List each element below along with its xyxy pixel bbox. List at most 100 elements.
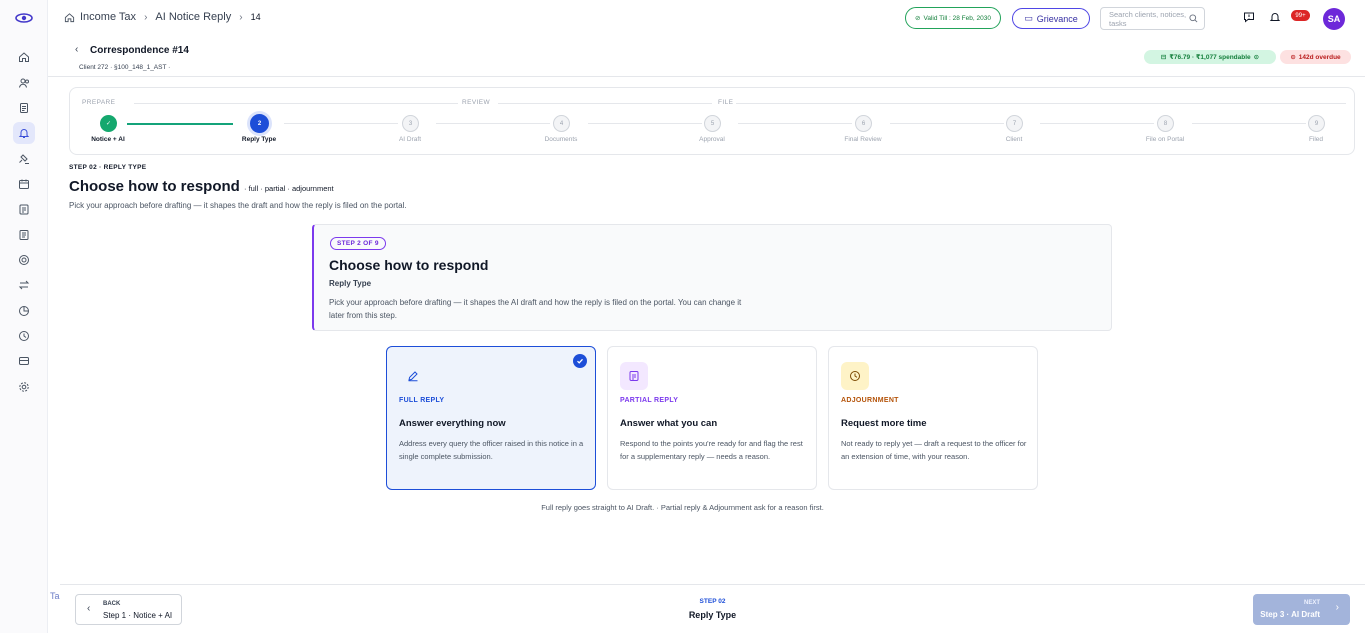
- breadcrumb-income-tax[interactable]: Income Tax: [80, 11, 136, 23]
- eye-logo-icon[interactable]: [15, 11, 33, 25]
- correspondence-header: ‹ Correspondence #14 Client 272 · §100_1…: [48, 37, 1365, 77]
- step-7-label: Client: [1005, 136, 1023, 143]
- card-kicker: ADJOURNMENT: [841, 397, 899, 404]
- footer-step-kicker: STEP 02: [699, 598, 726, 605]
- step-1-circle[interactable]: ✓: [100, 115, 117, 132]
- sidebar-calendar-icon[interactable]: [13, 173, 35, 195]
- step-9-circle[interactable]: 9: [1308, 115, 1325, 132]
- footer-step-name: Reply Type: [688, 610, 737, 620]
- step-3-label: AI Draft: [398, 136, 422, 143]
- sidebar-clipboard-icon[interactable]: [13, 198, 35, 220]
- message-icon[interactable]: [1243, 11, 1255, 23]
- step-connector: [436, 123, 550, 124]
- sidebar-file-icon[interactable]: [13, 97, 35, 119]
- sidebar-settings-icon[interactable]: [13, 376, 35, 398]
- reply-option-partial[interactable]: PARTIAL REPLY Answer what you can Respon…: [607, 346, 817, 490]
- step-connector: [1192, 123, 1306, 124]
- spendable-text: ₹76.79 · ₹1,077 spendable: [1169, 54, 1251, 61]
- search-input[interactable]: Search clients, notices, tasks: [1100, 7, 1205, 30]
- breadcrumb-ai-notice-reply[interactable]: AI Notice Reply: [155, 11, 231, 23]
- sidebar-document-icon[interactable]: [13, 224, 35, 246]
- chat-icon: ▭: [1024, 13, 1033, 23]
- card-description: Address every query the officer raised i…: [399, 439, 584, 461]
- back-chevron-icon[interactable]: ‹: [75, 44, 78, 55]
- step-8-label: File on Portal: [1145, 136, 1185, 143]
- next-button[interactable]: NEXT Step 3 · AI Draft ›: [1253, 594, 1350, 625]
- phase-file: FILE: [718, 99, 734, 106]
- step-9-label: Filed: [1308, 136, 1324, 143]
- sidebar-wallet-icon[interactable]: [13, 350, 35, 372]
- app-root: Ta Income Tax › AI Notice Reply › 14 ⊘ V…: [0, 0, 1365, 633]
- sidebar-target-icon[interactable]: [13, 249, 35, 271]
- workflow-stepper: PREPARE REVIEW FILE ✓ Notice + AI 2 Repl…: [69, 87, 1355, 155]
- card-title: Answer what you can: [620, 418, 718, 429]
- bell-icon[interactable]: [1269, 11, 1281, 23]
- sidebar-swap-icon[interactable]: [13, 274, 35, 296]
- next-kicker: NEXT: [1303, 600, 1320, 606]
- chevron-right-icon: ›: [1335, 602, 1339, 613]
- step-6-label: Final Review: [844, 136, 882, 143]
- valid-till-badge: ⊘ Valid Till : 28 Feb, 2030: [905, 7, 1001, 29]
- wizard-footer: ‹ BACK Step 1 · Notice + AI STEP 02 Repl…: [60, 584, 1365, 633]
- step-3-circle[interactable]: 3: [402, 115, 419, 132]
- card-kicker: PARTIAL REPLY: [620, 397, 679, 404]
- card-title: Request more time: [841, 418, 927, 429]
- phase-divider: [736, 103, 1346, 104]
- overdue-badge: ⊙ 142d overdue: [1280, 50, 1351, 64]
- correspondence-title: Correspondence #14: [90, 45, 189, 56]
- step-2-label: Reply Type: [241, 136, 277, 143]
- client-reference: Client 272 · §100_148_1_AST ·: [79, 64, 171, 71]
- step-6-circle[interactable]: 6: [855, 115, 872, 132]
- valid-till-text: Valid Till : 28 Feb, 2030: [923, 14, 991, 22]
- grievance-label: Grievance: [1036, 13, 1078, 24]
- step-info-panel: STEP 2 OF 9 Choose how to respond Reply …: [312, 224, 1112, 331]
- page-lead: Pick your approach before drafting — it …: [69, 201, 407, 210]
- reply-option-adjournment[interactable]: ADJOURNMENT Request more time Not ready …: [828, 346, 1038, 490]
- step-connector: [1040, 123, 1154, 124]
- home-icon[interactable]: [64, 12, 75, 23]
- step-4-circle[interactable]: 4: [553, 115, 570, 132]
- info-title: Choose how to respond: [329, 257, 489, 273]
- sidebar-home-icon[interactable]: [13, 46, 35, 68]
- grievance-button[interactable]: ▭ Grievance: [1012, 8, 1090, 29]
- page-title-text: Choose how to respond: [69, 178, 240, 195]
- sidebar-pie-chart-icon[interactable]: [13, 300, 35, 322]
- info-subtitle: Reply Type: [329, 279, 372, 288]
- phase-review: REVIEW: [462, 99, 491, 106]
- step-4-label: Documents: [544, 136, 578, 143]
- info-icon: ⊙: [1253, 54, 1260, 61]
- step-connector: [890, 123, 1004, 124]
- card-title: Answer everything now: [399, 418, 506, 429]
- top-bar: Income Tax › AI Notice Reply › 14 ⊘ Vali…: [48, 0, 1365, 37]
- phase-prepare: PREPARE: [82, 99, 116, 106]
- step-5-circle[interactable]: 5: [704, 115, 721, 132]
- sidebar-clock-icon[interactable]: [13, 325, 35, 347]
- step-1-label: Notice + AI: [91, 136, 125, 143]
- clock-icon: [841, 362, 869, 390]
- step-7-circle[interactable]: 7: [1006, 115, 1023, 132]
- step-connector: [588, 123, 702, 124]
- chevron-right-icon: ›: [239, 11, 243, 23]
- clock-icon: ⊙: [1290, 54, 1296, 61]
- spendable-badge: ⊟ ₹76.79 · ₹1,077 spendable ⊙: [1144, 50, 1276, 64]
- sidebar-bell-icon[interactable]: [13, 122, 35, 144]
- notifications-badge: 99+: [1291, 10, 1310, 21]
- reply-option-full[interactable]: FULL REPLY Answer everything now Address…: [386, 346, 596, 490]
- document-icon: [620, 362, 648, 390]
- step-eyebrow: STEP 02 · REPLY TYPE: [69, 164, 147, 171]
- user-avatar[interactable]: SA: [1323, 8, 1345, 30]
- overdue-text: 142d overdue: [1298, 53, 1341, 61]
- step-2-circle[interactable]: 2: [250, 114, 269, 133]
- sidebar-users-icon[interactable]: [13, 72, 35, 94]
- step-5-label: Approval: [699, 136, 725, 143]
- phase-divider: [498, 103, 712, 104]
- breadcrumb-current: 14: [250, 12, 261, 22]
- step-connector: [738, 123, 852, 124]
- search-icon: [1189, 14, 1198, 23]
- check-circle-icon: ⊘: [915, 15, 921, 22]
- info-body: Pick your approach before drafting — it …: [329, 298, 742, 320]
- card-kicker: FULL REPLY: [399, 397, 445, 404]
- options-footnote: Full reply goes straight to AI Draft. · …: [541, 503, 824, 512]
- sidebar-gavel-icon[interactable]: [13, 148, 35, 170]
- step-8-circle[interactable]: 8: [1157, 115, 1174, 132]
